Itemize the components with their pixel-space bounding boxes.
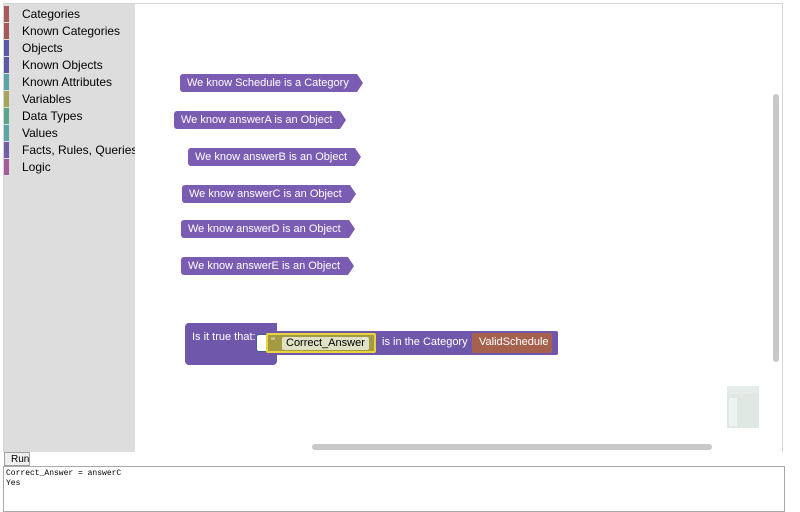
fact-block-text: We know answerB is an Object: [195, 151, 348, 163]
category-known-categories[interactable]: Known Categories: [4, 23, 135, 40]
category-color-swatch: [4, 159, 9, 175]
category-label: Objects: [22, 41, 63, 55]
output-console: Correct_Answer = answerC Yes: [3, 466, 785, 512]
quote-close: ": [363, 336, 367, 348]
fact-block-text: We know answerC is an Object: [189, 188, 342, 200]
run-button[interactable]: Run: [4, 452, 30, 466]
fact-block[interactable]: We know answerE is an Object: [181, 257, 355, 275]
relation-label: is in the Category: [382, 336, 468, 348]
fact-block-text: We know Schedule is a Category: [187, 77, 349, 89]
block-connector: [340, 111, 347, 129]
quote-open: ": [271, 336, 275, 348]
category-label: Known Categories: [22, 24, 121, 38]
block-connector: [348, 257, 355, 275]
fact-block-text: We know answerE is an Object: [188, 260, 341, 272]
category-known-objects[interactable]: Known Objects: [4, 57, 135, 74]
category-label: Facts, Rules, Queries: [22, 143, 138, 157]
category-label: Values: [22, 126, 58, 140]
block-connector: [349, 185, 356, 203]
fact-block-text: We know answerD is an Object: [188, 223, 341, 235]
fact-block[interactable]: We know answerC is an Object: [182, 185, 356, 203]
variable-field[interactable]: Correct_Answer: [282, 337, 369, 350]
block-connector: [356, 74, 363, 92]
query-socket: [256, 334, 266, 352]
query-prefix-text: Is it true that:: [192, 331, 256, 343]
category-known-attributes[interactable]: Known Attributes: [4, 74, 135, 91]
fact-block-text: We know answerA is an Object: [181, 114, 333, 126]
category-color-swatch: [4, 74, 9, 90]
fact-block[interactable]: We know answerB is an Object: [188, 148, 362, 166]
category-label: Known Objects: [22, 58, 103, 72]
block-connector: [348, 220, 355, 238]
category-label: Variables: [22, 92, 72, 106]
category-logic[interactable]: Logic: [4, 159, 135, 176]
fact-block[interactable]: We know Schedule is a Category: [180, 74, 363, 92]
vertical-scrollbar[interactable]: [773, 94, 779, 362]
category-color-swatch: [4, 57, 9, 73]
block-connector: [355, 148, 362, 166]
category-color-swatch: [4, 142, 9, 158]
category-color-swatch: [4, 91, 9, 107]
horizontal-scrollbar[interactable]: [312, 444, 712, 450]
category-label: Categories: [22, 7, 81, 21]
category-color-swatch: [4, 40, 9, 56]
category-color-swatch: [4, 125, 9, 141]
fact-block[interactable]: We know answerA is an Object: [174, 111, 347, 129]
category-variables[interactable]: Variables: [4, 91, 135, 108]
category-value-text: ValidSchedule: [479, 336, 549, 348]
trash-can-icon[interactable]: [727, 386, 759, 428]
category-label: Data Types: [22, 109, 83, 123]
category-objects[interactable]: Objects: [4, 40, 135, 57]
blocks-workspace[interactable]: We know Schedule is a Category We know a…: [135, 4, 782, 452]
category-color-swatch: [4, 6, 9, 22]
category-data-types[interactable]: Data Types: [4, 108, 135, 125]
category-values[interactable]: Values: [4, 125, 135, 142]
category-label: Known Attributes: [22, 75, 113, 89]
category-color-swatch: [4, 23, 9, 39]
toolbox: Categories Known Categories Objects Know…: [4, 4, 138, 452]
category-categories[interactable]: Categories: [4, 6, 135, 23]
category-facts-rules-queries[interactable]: Facts, Rules, Queries: [4, 142, 138, 159]
category-color-swatch: [4, 108, 9, 124]
category-label: Logic: [22, 160, 51, 174]
category-value-block[interactable]: ValidSchedule: [472, 333, 552, 353]
fact-block[interactable]: We know answerD is an Object: [181, 220, 355, 238]
string-block[interactable]: " Correct_Answer ": [266, 333, 376, 353]
